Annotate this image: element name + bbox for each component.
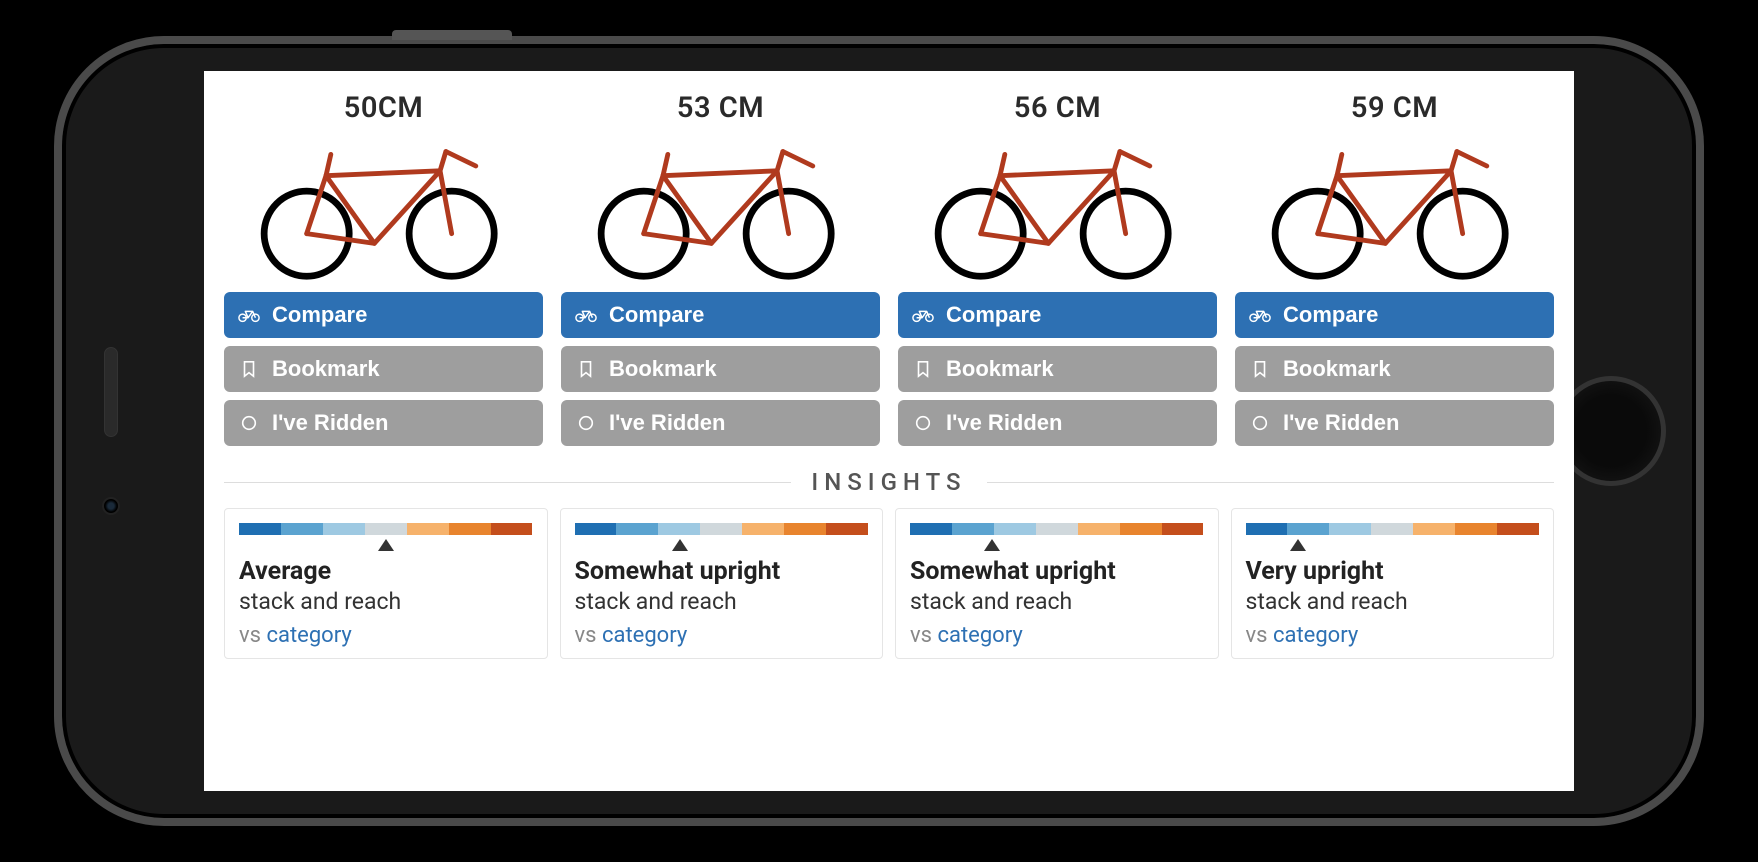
category-link[interactable]: category (937, 623, 1022, 648)
size-label: 56 CM (1014, 91, 1101, 125)
insight-card: Somewhat upright stack and reach vs cate… (895, 508, 1219, 659)
insights-row: Average stack and reach vs category Some… (224, 508, 1554, 659)
insight-card: Average stack and reach vs category (224, 508, 548, 659)
compare-label: Compare (946, 302, 1041, 328)
bookmark-button[interactable]: Bookmark (224, 346, 543, 392)
insights-title: INSIGHTS (791, 468, 986, 496)
phone-frame: 50CM Compare Bookmark (54, 36, 1704, 826)
circle-icon (240, 414, 258, 432)
bookmark-icon (1251, 360, 1269, 378)
compare-button[interactable]: Compare (1235, 292, 1554, 338)
bike-icon (912, 307, 934, 323)
bookmark-label: Bookmark (609, 356, 717, 382)
ridden-button[interactable]: I've Ridden (561, 400, 880, 446)
size-label: 50CM (344, 91, 423, 125)
compare-label: Compare (1283, 302, 1378, 328)
category-link[interactable]: category (266, 623, 351, 648)
bike-column: 53 CM Compare Bookmark (561, 91, 880, 454)
ridden-label: I've Ridden (946, 410, 1062, 436)
circle-icon (577, 414, 595, 432)
insight-subtitle: stack and reach (575, 588, 869, 615)
bookmark-label: Bookmark (272, 356, 380, 382)
category-link[interactable]: category (602, 623, 687, 648)
indicator-row (575, 539, 869, 553)
bookmark-label: Bookmark (946, 356, 1054, 382)
bike-icon (1249, 307, 1271, 323)
bike-diagram (576, 137, 866, 282)
spectrum-bar (1246, 523, 1540, 535)
bike-diagram (1250, 137, 1540, 282)
bike-column: 59 CM Compare Bookmark (1235, 91, 1554, 454)
compare-button[interactable]: Compare (224, 292, 543, 338)
indicator-arrow (378, 539, 394, 551)
insight-card: Somewhat upright stack and reach vs cate… (560, 508, 884, 659)
bookmark-button[interactable]: Bookmark (561, 346, 880, 392)
divider-line (987, 482, 1554, 483)
ridden-label: I've Ridden (272, 410, 388, 436)
compare-label: Compare (609, 302, 704, 328)
insight-title: Somewhat upright (910, 557, 1204, 586)
bike-column: 50CM Compare Bookmark (224, 91, 543, 454)
bookmark-icon (914, 360, 932, 378)
circle-icon (914, 414, 932, 432)
bookmark-icon (577, 360, 595, 378)
ridden-button[interactable]: I've Ridden (224, 400, 543, 446)
indicator-arrow (984, 539, 1000, 551)
insight-vs: vs category (1246, 623, 1540, 648)
insight-vs: vs category (239, 623, 533, 648)
power-button (392, 30, 512, 40)
category-link[interactable]: category (1273, 623, 1358, 648)
indicator-row (910, 539, 1204, 553)
phone-left-hardware (102, 347, 120, 515)
insight-subtitle: stack and reach (1246, 588, 1540, 615)
insight-subtitle: stack and reach (239, 588, 533, 615)
bike-icon (238, 307, 260, 323)
ridden-label: I've Ridden (609, 410, 725, 436)
bike-size-row: 50CM Compare Bookmark (224, 91, 1554, 454)
insight-vs: vs category (575, 623, 869, 648)
bookmark-label: Bookmark (1283, 356, 1391, 382)
bike-column: 56 CM Compare Bookmark (898, 91, 1217, 454)
screen: 50CM Compare Bookmark (204, 71, 1574, 791)
insight-title: Average (239, 557, 533, 586)
insight-subtitle: stack and reach (910, 588, 1204, 615)
insights-header: INSIGHTS (224, 468, 1554, 496)
indicator-row (239, 539, 533, 553)
bookmark-button[interactable]: Bookmark (1235, 346, 1554, 392)
spectrum-bar (575, 523, 869, 535)
compare-label: Compare (272, 302, 367, 328)
insight-card: Very upright stack and reach vs category (1231, 508, 1555, 659)
spectrum-bar (239, 523, 533, 535)
bike-diagram (239, 137, 529, 282)
divider-line (224, 482, 791, 483)
circle-icon (1251, 414, 1269, 432)
ridden-button[interactable]: I've Ridden (898, 400, 1217, 446)
bike-diagram (913, 137, 1203, 282)
size-label: 53 CM (677, 91, 764, 125)
bike-icon (575, 307, 597, 323)
insight-title: Very upright (1246, 557, 1540, 586)
insight-title: Somewhat upright (575, 557, 869, 586)
size-label: 59 CM (1351, 91, 1438, 125)
ridden-label: I've Ridden (1283, 410, 1399, 436)
indicator-row (1246, 539, 1540, 553)
indicator-arrow (1290, 539, 1306, 551)
spectrum-bar (910, 523, 1204, 535)
ridden-button[interactable]: I've Ridden (1235, 400, 1554, 446)
compare-button[interactable]: Compare (561, 292, 880, 338)
bookmark-button[interactable]: Bookmark (898, 346, 1217, 392)
compare-button[interactable]: Compare (898, 292, 1217, 338)
indicator-arrow (672, 539, 688, 551)
speaker (104, 347, 118, 437)
insight-vs: vs category (910, 623, 1204, 648)
bookmark-icon (240, 360, 258, 378)
front-camera (102, 497, 120, 515)
